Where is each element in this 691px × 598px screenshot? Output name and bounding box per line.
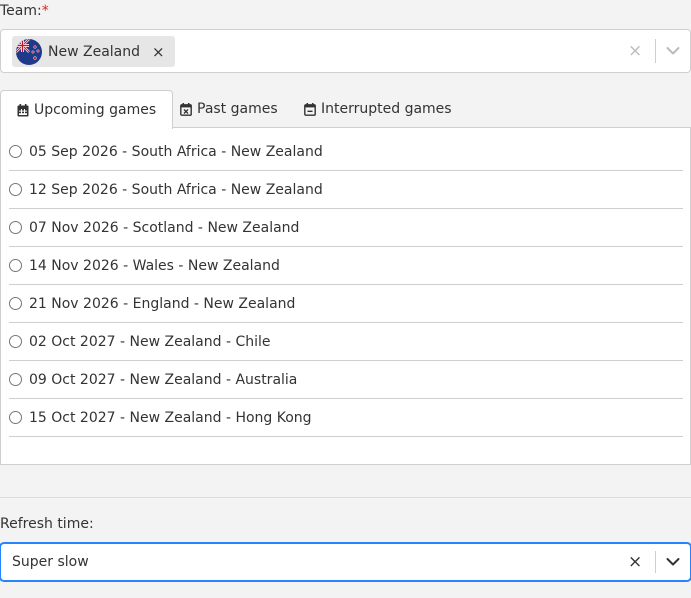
calendar-icon [17, 103, 29, 116]
game-radio[interactable] [9, 335, 22, 348]
tab-interrupted-label: Interrupted games [321, 101, 452, 117]
refresh-time-select[interactable]: Super slow × [0, 543, 691, 581]
team-label-text: Team: [0, 3, 42, 19]
game-label: 09 Oct 2027 - New Zealand - Australia [29, 371, 298, 388]
game-radio[interactable] [9, 221, 22, 234]
team-chip: New Zealand × [12, 36, 175, 67]
game-radio[interactable] [9, 183, 22, 196]
required-mark: * [41, 3, 49, 19]
game-option[interactable]: 12 Sep 2026 - South Africa - New Zealand [9, 171, 683, 209]
team-chevron-down-icon[interactable] [666, 47, 680, 56]
refresh-time-value: Super slow [12, 554, 89, 570]
game-option[interactable]: 14 Nov 2026 - Wales - New Zealand [9, 247, 683, 285]
new-zealand-flag-icon [16, 38, 42, 65]
team-chip-label: New Zealand [48, 43, 140, 60]
game-radio[interactable] [9, 259, 22, 272]
game-label: 05 Sep 2026 - South Africa - New Zealand [29, 143, 323, 160]
game-label: 07 Nov 2026 - Scotland - New Zealand [29, 219, 300, 236]
game-radio[interactable] [9, 373, 22, 386]
section-divider [0, 497, 691, 498]
tab-upcoming-label: Upcoming games [34, 102, 157, 118]
tab-upcoming-games[interactable]: Upcoming games [0, 90, 174, 129]
game-option[interactable]: 05 Sep 2026 - South Africa - New Zealand [9, 133, 683, 171]
refresh-indicator-separator [655, 551, 656, 573]
games-list: 05 Sep 2026 - South Africa - New Zealand… [9, 133, 683, 437]
game-label: 02 Oct 2027 - New Zealand - Chile [29, 333, 271, 350]
refresh-clear-icon[interactable]: × [628, 552, 642, 572]
game-label: 14 Nov 2026 - Wales - New Zealand [29, 257, 280, 274]
team-label: Team:* [0, 3, 49, 19]
refresh-time-label: Refresh time: [0, 516, 94, 532]
game-option[interactable]: 09 Oct 2027 - New Zealand - Australia [9, 361, 683, 399]
team-select[interactable]: New Zealand × × [0, 29, 691, 73]
game-radio[interactable] [9, 297, 22, 310]
game-tabs: Upcoming games Past games Interrupted ga… [0, 90, 691, 129]
calendar-minus-icon [304, 102, 316, 116]
game-radio[interactable] [9, 145, 22, 158]
game-label: 15 Oct 2027 - New Zealand - Hong Kong [29, 409, 312, 426]
tab-interrupted-games[interactable]: Interrupted games [288, 90, 468, 128]
refresh-chevron-down-icon[interactable] [666, 558, 680, 567]
upcoming-games-panel: 05 Sep 2026 - South Africa - New Zealand… [0, 127, 691, 465]
game-radio[interactable] [9, 411, 22, 424]
tab-past-games[interactable]: Past games [164, 90, 294, 128]
team-indicator-separator [655, 39, 656, 63]
calendar-x-icon [180, 102, 192, 116]
game-label: 12 Sep 2026 - South Africa - New Zealand [29, 181, 323, 198]
game-option[interactable]: 15 Oct 2027 - New Zealand - Hong Kong [9, 399, 683, 437]
game-option[interactable]: 07 Nov 2026 - Scotland - New Zealand [9, 209, 683, 247]
chip-remove-icon[interactable]: × [152, 43, 165, 61]
game-option[interactable]: 21 Nov 2026 - England - New Zealand [9, 285, 683, 323]
tab-past-label: Past games [197, 101, 278, 117]
game-label: 21 Nov 2026 - England - New Zealand [29, 295, 296, 312]
team-clear-icon[interactable]: × [628, 41, 642, 61]
game-option[interactable]: 02 Oct 2027 - New Zealand - Chile [9, 323, 683, 361]
